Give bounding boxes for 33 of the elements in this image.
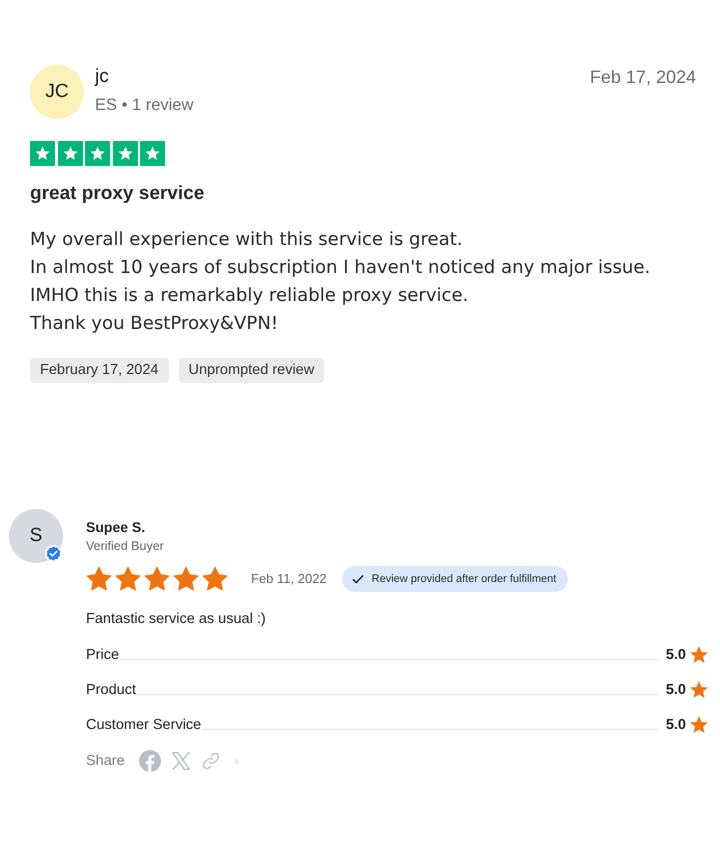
avatar: S — [9, 509, 63, 563]
avatar: JC — [30, 65, 84, 119]
share-label: Share — [86, 753, 125, 769]
tag: February 17, 2024 — [30, 358, 168, 383]
fulfillment-text: Review provided after order fulfillment — [372, 572, 556, 584]
star-icon — [115, 566, 141, 591]
review-text: Fantastic service as usual :) — [86, 610, 267, 629]
star-icon — [86, 566, 112, 591]
x-logo-icon[interactable] — [170, 751, 191, 771]
star-icon — [173, 566, 199, 591]
verified-buyer-label: Verified Buyer — [86, 538, 165, 554]
review-date: Feb 17, 2024 — [590, 66, 696, 88]
review-date: Feb 11, 2022 — [251, 571, 327, 586]
review-text: My overall experience with this service is great. In almost 10 years of subscription I haven't noticed any major issue. IMHO this is a remarkably reliable proxy service. Thank you BestProxy&VPN! — [30, 228, 652, 336]
rating-score: 5.0 — [666, 682, 686, 698]
rating-score: 5.0 — [666, 716, 686, 732]
author-name: jc — [95, 66, 110, 88]
author-name: Supee S. — [86, 518, 146, 536]
review-title: great proxy service — [30, 182, 206, 206]
star-icon — [144, 566, 170, 591]
star-icon — [202, 566, 228, 591]
author-meta: ES • 1 review — [95, 95, 194, 115]
tag: Unprompted review — [178, 358, 324, 383]
check-icon — [352, 574, 364, 584]
rating-label: Price — [86, 646, 120, 662]
star-icon — [690, 646, 708, 663]
star-icon — [690, 681, 708, 698]
rating-label: Customer Service — [86, 716, 202, 732]
facebook-icon[interactable] — [138, 750, 161, 772]
star-icon — [690, 716, 708, 733]
rating-score: 5.0 — [666, 646, 686, 662]
link-icon[interactable] — [200, 751, 221, 771]
rating-label: Product — [86, 682, 136, 698]
